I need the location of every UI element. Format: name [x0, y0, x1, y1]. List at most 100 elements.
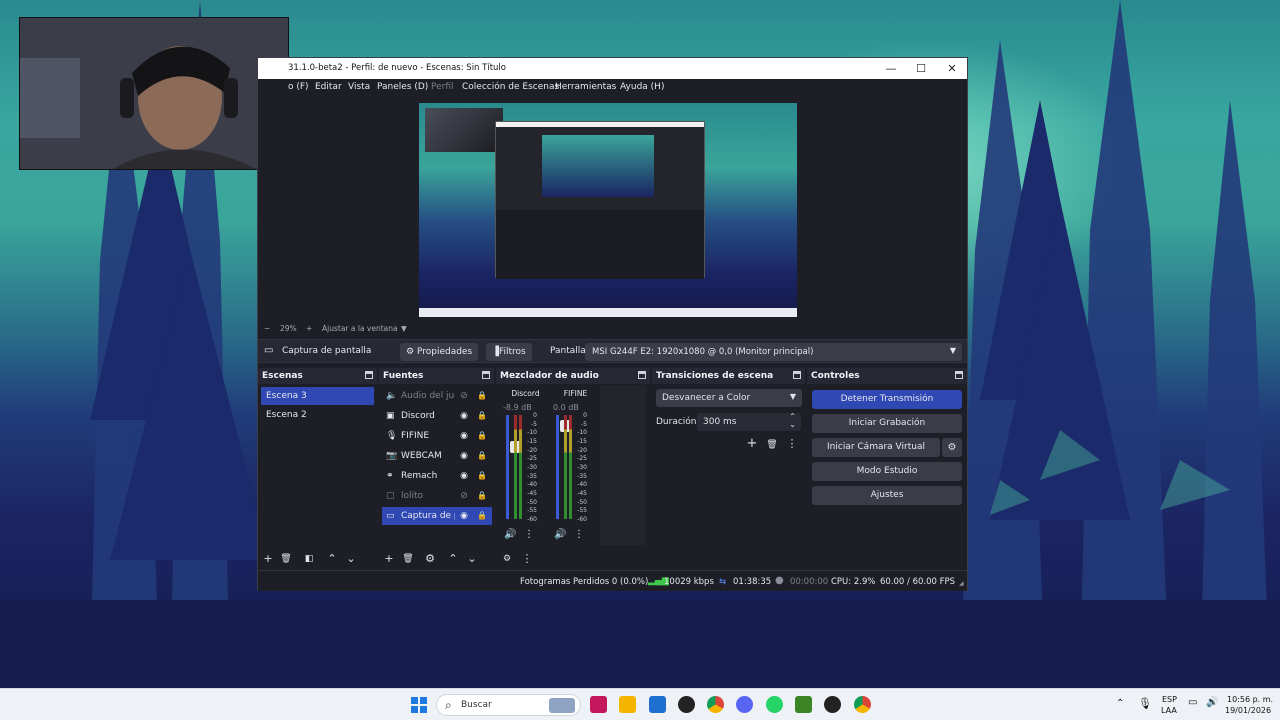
fit-to-window-button[interactable]: Ajustar a la ventana	[322, 324, 398, 333]
menu-docks[interactable]: Paneles (D)	[377, 82, 428, 92]
scene-filters-icon[interactable]: ◧	[301, 552, 317, 566]
chrome-icon[interactable]	[854, 696, 871, 713]
source-item[interactable]: ⚭ Remach ◉ 🔒	[382, 467, 492, 485]
taskbar-search[interactable]: ⌕ Buscar	[436, 694, 581, 716]
eye-icon[interactable]: ◉	[458, 427, 470, 445]
source-item[interactable]: 📷 WEBCAM ◉ 🔒	[382, 447, 492, 465]
zoom-in-button[interactable]: +	[306, 324, 312, 333]
move-down-icon[interactable]: ⌄	[464, 552, 480, 566]
eye-icon[interactable]: ◉	[458, 407, 470, 425]
lock-icon[interactable]: 🔒	[476, 487, 488, 505]
speaker-mute-icon[interactable]: 🔊	[504, 529, 516, 540]
add-scene-icon[interactable]: +	[260, 552, 276, 566]
channel-menu-icon[interactable]: ⋮	[574, 529, 584, 540]
eye-hidden-icon[interactable]: ⊘	[458, 487, 470, 505]
lock-icon[interactable]: 🔒	[476, 507, 488, 525]
microsoft-store-icon[interactable]	[649, 696, 666, 713]
resize-grip-icon[interactable]: ◢	[959, 580, 964, 587]
audio-mixer-dock-header: Mezclador de audio	[496, 368, 650, 384]
channel-menu-icon[interactable]: ⋮	[524, 529, 534, 540]
obs-active-icon[interactable]	[824, 696, 841, 713]
language-indicator[interactable]: ESP	[1162, 695, 1177, 704]
start-virtual-camera-button[interactable]: Iniciar Cámara Virtual	[812, 438, 940, 457]
remove-source-icon[interactable]: 🗑	[400, 552, 416, 566]
lock-icon[interactable]: 🔒	[476, 407, 488, 425]
source-item[interactable]: ▢ lolito ⊘ 🔒	[382, 487, 492, 505]
windows-start-icon[interactable]	[411, 697, 427, 713]
lock-icon[interactable]: 🔒	[476, 427, 488, 445]
menu-file[interactable]: o (F)	[288, 82, 309, 92]
eye-hidden-icon[interactable]: ⊘	[458, 387, 470, 405]
lock-icon[interactable]: 🔒	[476, 387, 488, 405]
app-icon-red[interactable]	[590, 696, 607, 713]
start-recording-button[interactable]: Iniciar Grabación	[812, 414, 962, 433]
properties-button[interactable]: ⚙ Propiedades	[400, 343, 479, 361]
clock-date[interactable]: 19/01/2026	[1225, 706, 1271, 715]
source-item[interactable]: ▭ Captura de pantalla ◉ 🔒	[382, 507, 492, 525]
volume-icon[interactable]: 🔊	[1206, 697, 1218, 708]
lock-icon[interactable]: 🔒	[476, 447, 488, 465]
dock-undock-icon[interactable]	[365, 371, 373, 379]
mixer-menu-icon[interactable]: ⋮	[519, 552, 535, 566]
scene-item[interactable]: Escena 2	[261, 406, 374, 424]
clock-time[interactable]: 10:56 p. m.	[1227, 695, 1273, 704]
add-transition-icon[interactable]: +	[744, 437, 760, 451]
settings-button[interactable]: Ajustes	[812, 486, 962, 505]
lock-icon[interactable]: 🔒	[476, 467, 488, 485]
minecraft-icon[interactable]	[795, 696, 812, 713]
dock-undock-icon[interactable]	[638, 371, 646, 379]
discord-icon[interactable]	[736, 696, 753, 713]
microphone-icon[interactable]: 🎙	[1138, 697, 1152, 710]
remove-transition-icon[interactable]: 🗑	[764, 438, 780, 452]
obs-app-icon[interactable]	[678, 696, 695, 713]
program-preview[interactable]	[419, 103, 797, 317]
menu-tools[interactable]: Herramientas	[555, 82, 616, 92]
dock-undock-icon[interactable]	[482, 371, 490, 379]
chevron-down-icon[interactable]: ⌄	[789, 420, 796, 429]
source-item[interactable]: 🎙 FIFINE ◉ 🔒	[382, 427, 492, 445]
maximize-icon[interactable]: ☐	[906, 60, 936, 77]
remove-scene-icon[interactable]: 🗑	[278, 552, 294, 566]
eye-icon[interactable]: ◉	[458, 447, 470, 465]
display-select[interactable]: MSI G244F E2: 1920x1080 @ 0,0 (Monitor p…	[585, 343, 962, 361]
duration-spinbox[interactable]: 300 ms ⌃ ⌄	[697, 412, 801, 431]
advanced-audio-gear-icon[interactable]: ⚙	[499, 552, 515, 566]
zoom-dropdown-icon[interactable]: ▼	[401, 324, 407, 333]
whatsapp-icon[interactable]	[766, 696, 783, 713]
source-properties-gear-icon[interactable]: ⚙	[422, 552, 438, 566]
menu-scene-collection[interactable]: Colección de Escenas	[462, 82, 559, 92]
menu-edit[interactable]: Editar	[315, 82, 342, 92]
transition-select[interactable]: Desvanecer a Color ▼	[656, 389, 802, 407]
speaker-mute-icon[interactable]: 🔊	[554, 529, 566, 540]
virtual-camera-gear-icon[interactable]: ⚙	[942, 438, 962, 457]
move-down-icon[interactable]: ⌄	[343, 552, 359, 566]
dock-undock-icon[interactable]	[793, 371, 801, 379]
chevron-up-icon[interactable]: ⌃	[1116, 698, 1124, 709]
close-icon[interactable]: ✕	[937, 60, 967, 77]
keyboard-layout[interactable]: LAA	[1161, 706, 1177, 715]
scene-item[interactable]: Escena 3	[261, 387, 374, 405]
stop-streaming-button[interactable]: Detener Transmisión	[812, 390, 962, 409]
minimize-icon[interactable]: —	[876, 60, 906, 77]
volume-slider[interactable]	[506, 415, 521, 519]
add-source-icon[interactable]: +	[381, 552, 397, 566]
file-explorer-icon[interactable]	[619, 696, 636, 713]
eye-icon[interactable]: ◉	[458, 507, 470, 525]
filters-button[interactable]: ▐Filtros	[486, 343, 532, 361]
source-item[interactable]: 🔈 Audio del juego ⊘ 🔒	[382, 387, 492, 405]
eye-icon[interactable]: ◉	[458, 467, 470, 485]
volume-slider[interactable]	[556, 415, 571, 519]
window-titlebar[interactable]: 31.1.0-beta2 - Perfil: de nuevo - Escena…	[258, 58, 967, 79]
menu-profile[interactable]: Perfil	[431, 82, 454, 92]
menu-view[interactable]: Vista	[348, 82, 370, 92]
network-icon[interactable]: ▭	[1188, 697, 1197, 708]
menu-help[interactable]: Ayuda (H)	[620, 82, 664, 92]
move-up-icon[interactable]: ⌃	[324, 552, 340, 566]
source-item[interactable]: ▣ Discord ◉ 🔒	[382, 407, 492, 425]
dock-undock-icon[interactable]	[955, 371, 963, 379]
chrome-icon[interactable]	[707, 696, 724, 713]
move-up-icon[interactable]: ⌃	[445, 552, 461, 566]
studio-mode-button[interactable]: Modo Estudio	[812, 462, 962, 481]
zoom-out-button[interactable]: −	[264, 324, 270, 333]
transition-menu-icon[interactable]: ⋮	[784, 437, 800, 451]
